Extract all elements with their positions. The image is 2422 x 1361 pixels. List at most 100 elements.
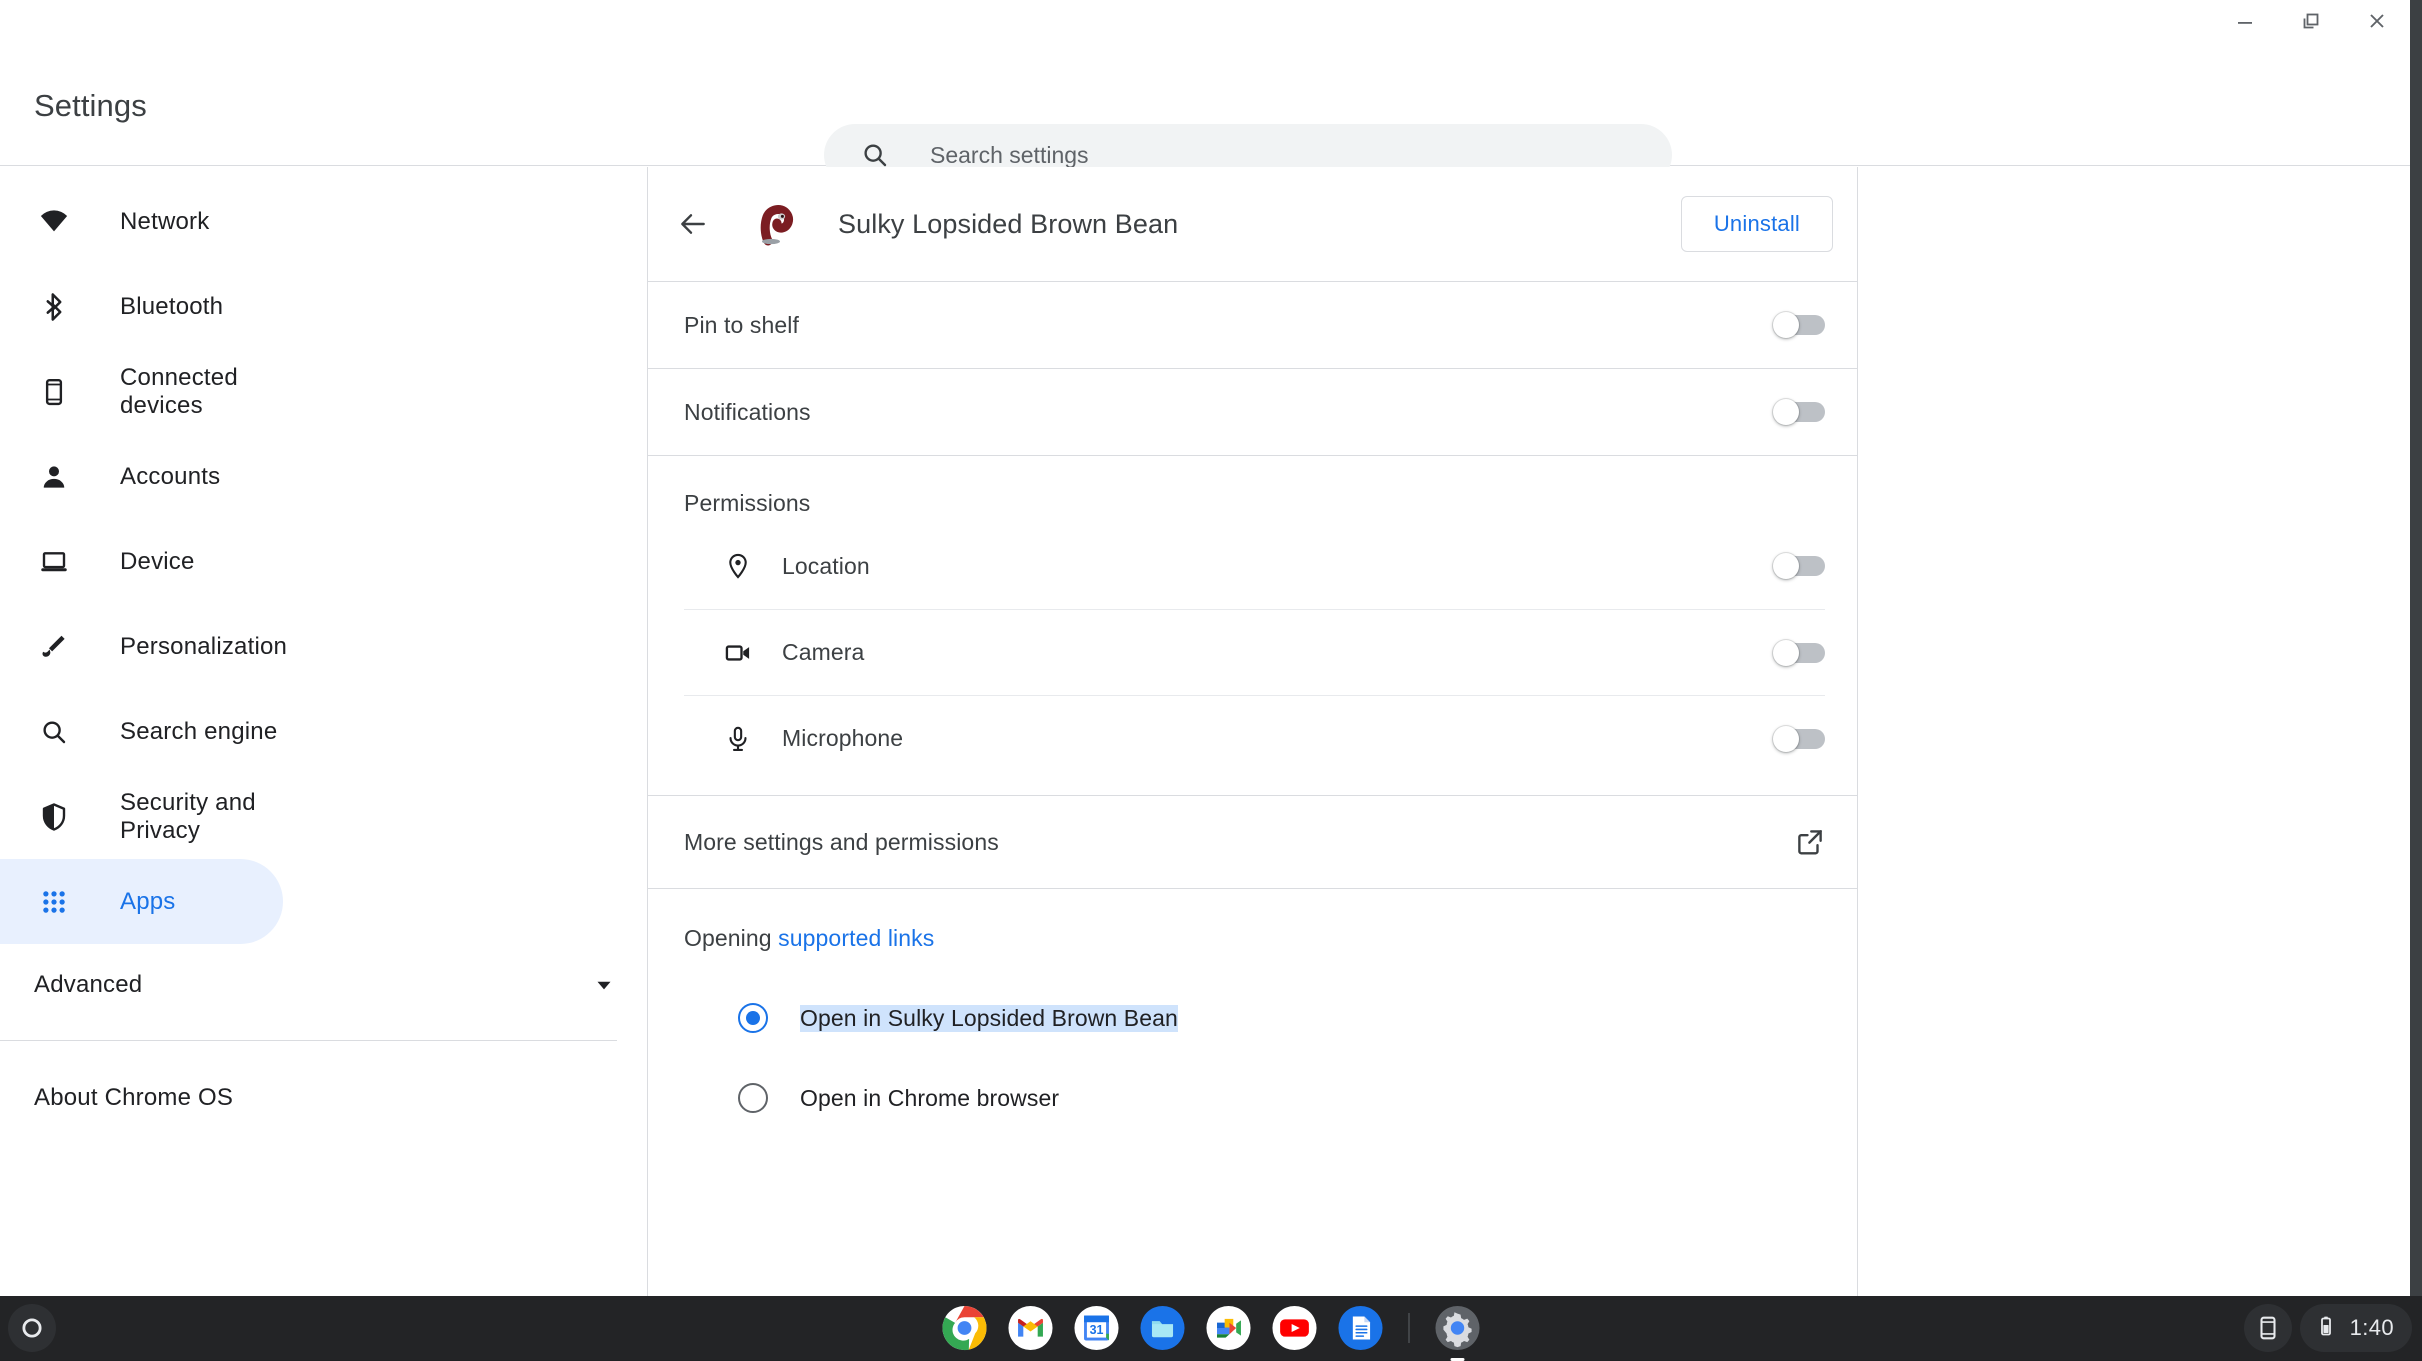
shelf: 31 <box>0 1296 2422 1360</box>
permissions-section: Permissions Location <box>648 456 1857 796</box>
toggle-knob <box>1773 312 1799 338</box>
sidebar-item-about-chrome-os[interactable]: About Chrome OS <box>0 1057 647 1139</box>
supported-links-link[interactable]: supported links <box>778 925 934 951</box>
radio-button-open-in-app[interactable] <box>738 1003 768 1033</box>
launcher-icon[interactable] <box>8 1304 56 1352</box>
sidebar-item-network[interactable]: Network <box>0 179 283 264</box>
external-link-icon[interactable] <box>1795 827 1825 857</box>
pin-to-shelf-label: Pin to shelf <box>684 312 799 339</box>
microphone-icon <box>722 723 754 755</box>
meet-icon <box>1206 1305 1252 1351</box>
pin-to-shelf-row[interactable]: Pin to shelf <box>648 282 1857 368</box>
sidebar-item-advanced[interactable]: Advanced <box>0 944 647 1026</box>
settings-gear-icon <box>1435 1305 1481 1351</box>
gmail-icon <box>1008 1305 1054 1351</box>
shelf-item-docs[interactable] <box>1337 1304 1385 1352</box>
shelf-item-calendar[interactable]: 31 <box>1073 1304 1121 1352</box>
sidebar-item-accounts[interactable]: Accounts <box>0 434 283 519</box>
radio-row-open-in-chrome[interactable]: Open in Chrome browser <box>738 1058 1857 1138</box>
sidebar: Network Bluetooth Connected devices <box>0 167 648 1296</box>
back-arrow-icon[interactable] <box>660 191 726 257</box>
shelf-item-chrome[interactable] <box>941 1304 989 1352</box>
window-titlebar <box>0 0 2410 42</box>
sidebar-item-connected-devices[interactable]: Connected devices <box>0 349 283 434</box>
app-header-row: Sulky Lopsided Brown Bean Uninstall <box>648 167 1857 281</box>
shelf-separator <box>1409 1313 1410 1343</box>
sidebar-item-label: Apps <box>120 888 176 916</box>
sidebar-item-security-and-privacy[interactable]: Security and Privacy <box>0 774 283 859</box>
shield-icon <box>34 797 74 837</box>
clock-label: 1:40 <box>2350 1315 2394 1341</box>
sidebar-item-search-engine[interactable]: Search engine <box>0 689 283 774</box>
search-icon <box>34 712 74 752</box>
pin-to-shelf-section: Pin to shelf <box>648 282 1857 369</box>
location-pin-icon <box>722 550 754 582</box>
sidebar-item-device[interactable]: Device <box>0 519 283 604</box>
shelf-status-area: 1:40 <box>2244 1304 2412 1352</box>
permissions-title: Permissions <box>648 456 1857 523</box>
person-icon <box>34 457 74 497</box>
toggle-knob <box>1773 399 1799 425</box>
sidebar-item-label: Search engine <box>120 718 277 746</box>
more-settings-row[interactable]: More settings and permissions <box>648 796 1857 888</box>
notifications-label: Notifications <box>684 399 811 426</box>
opening-links-line: Opening supported links <box>648 925 1857 952</box>
location-toggle[interactable] <box>1773 553 1825 579</box>
chevron-down-icon <box>591 972 617 998</box>
supported-links-radio-group: Open in Sulky Lopsided Brown Bean Open i… <box>648 978 1857 1138</box>
search-icon <box>860 140 890 170</box>
sidebar-item-apps[interactable]: Apps <box>0 859 283 944</box>
notifications-row[interactable]: Notifications <box>648 369 1857 455</box>
sidebar-item-label: Bluetooth <box>120 293 223 321</box>
microphone-toggle[interactable] <box>1773 726 1825 752</box>
sidebar-item-bluetooth[interactable]: Bluetooth <box>0 264 283 349</box>
sidebar-item-label: Network <box>120 208 209 236</box>
battery-icon <box>2314 1314 2338 1343</box>
uninstall-button[interactable]: Uninstall <box>1681 196 1833 252</box>
shelf-item-youtube[interactable] <box>1271 1304 1319 1352</box>
body-area: Network Bluetooth Connected devices <box>0 167 2410 1296</box>
status-tray[interactable]: 1:40 <box>2300 1304 2412 1352</box>
sidebar-advanced-label: Advanced <box>34 971 142 999</box>
settings-header: Settings <box>0 42 2410 166</box>
shelf-app-list: 31 <box>941 1296 1482 1360</box>
permission-row-microphone[interactable]: Microphone <box>684 695 1825 781</box>
supported-links-section: Opening supported links Open in Sulky Lo… <box>648 889 1857 1138</box>
shelf-item-gmail[interactable] <box>1007 1304 1055 1352</box>
shelf-item-settings[interactable] <box>1434 1304 1482 1352</box>
app-icon <box>754 201 800 247</box>
sidebar-item-label: Security and Privacy <box>120 789 283 845</box>
youtube-icon <box>1272 1305 1318 1351</box>
svg-text:31: 31 <box>1090 1323 1104 1337</box>
toggle-knob <box>1773 726 1799 752</box>
page-title: Settings <box>34 88 147 124</box>
shelf-item-meet[interactable] <box>1205 1304 1253 1352</box>
radio-label: Open in Chrome browser <box>800 1085 1059 1112</box>
files-icon <box>1140 1305 1186 1351</box>
camera-toggle[interactable] <box>1773 640 1825 666</box>
toggle-knob <box>1773 553 1799 579</box>
pin-to-shelf-toggle[interactable] <box>1773 312 1825 338</box>
calendar-icon: 31 <box>1074 1305 1120 1351</box>
permission-row-location[interactable]: Location <box>684 523 1825 609</box>
settings-window: Settings Network <box>0 0 2410 1296</box>
permissions-list: Location <box>648 523 1857 781</box>
camera-icon <box>722 637 754 669</box>
radio-row-open-in-app[interactable]: Open in Sulky Lopsided Brown Bean <box>738 978 1857 1058</box>
restore-icon[interactable] <box>2278 0 2344 42</box>
sidebar-about-label: About Chrome OS <box>34 1084 233 1112</box>
phone-hub-icon[interactable] <box>2244 1304 2292 1352</box>
minimize-icon[interactable] <box>2212 0 2278 42</box>
close-icon[interactable] <box>2344 0 2410 42</box>
notifications-toggle[interactable] <box>1773 399 1825 425</box>
phone-icon <box>34 372 74 412</box>
sidebar-item-personalization[interactable]: Personalization <box>0 604 283 689</box>
bluetooth-icon <box>34 287 74 327</box>
chrome-icon <box>942 1305 988 1351</box>
notifications-section: Notifications <box>648 369 1857 456</box>
permission-row-camera[interactable]: Camera <box>684 609 1825 695</box>
permission-label: Camera <box>782 639 864 666</box>
permission-label: Location <box>782 553 870 580</box>
radio-button-open-in-chrome[interactable] <box>738 1083 768 1113</box>
shelf-item-files[interactable] <box>1139 1304 1187 1352</box>
